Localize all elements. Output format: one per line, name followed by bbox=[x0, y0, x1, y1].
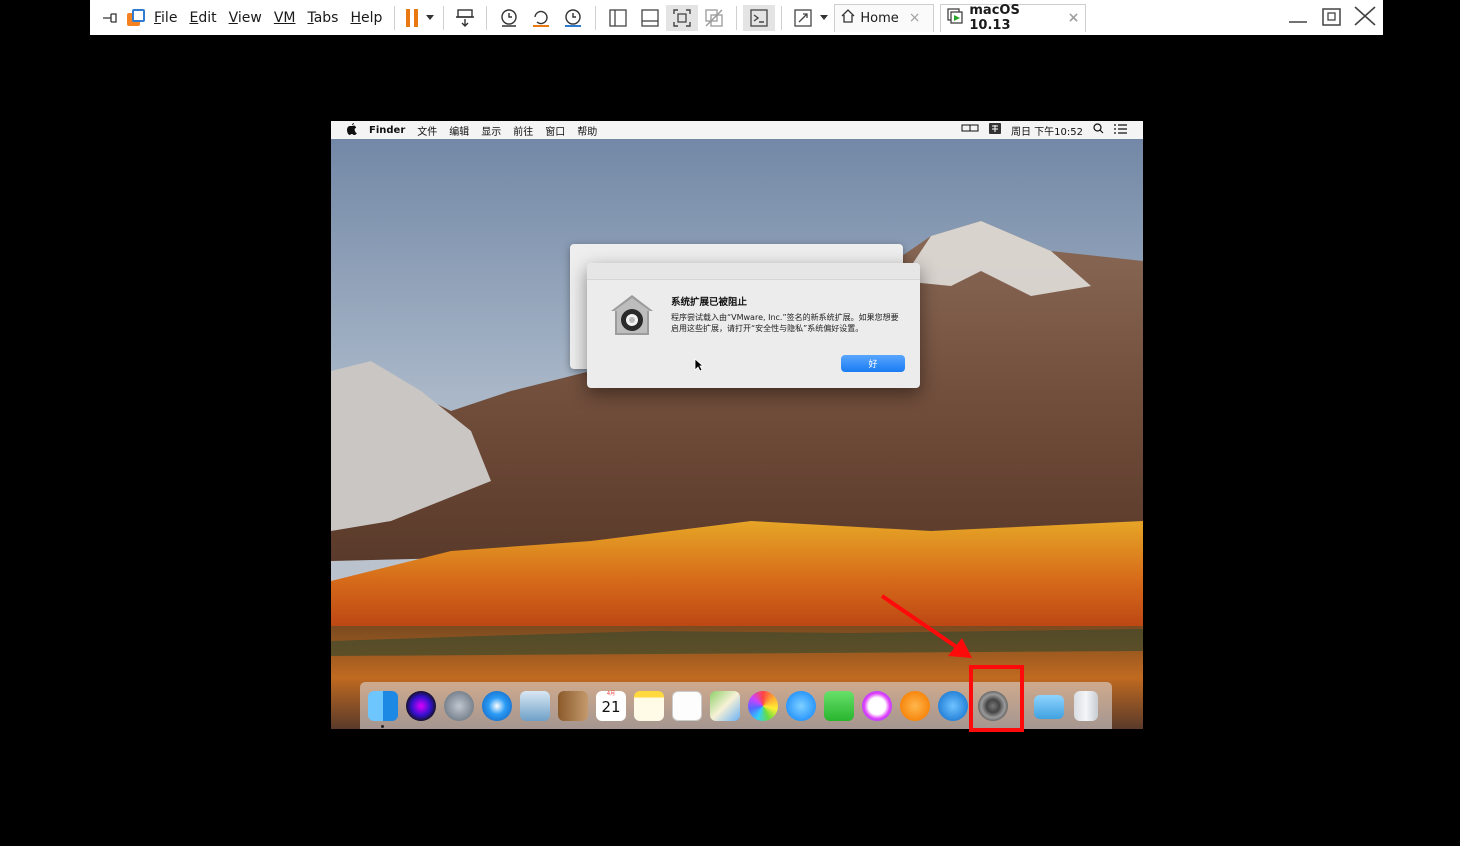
toolbar-divider bbox=[781, 5, 783, 30]
safari-icon[interactable] bbox=[482, 691, 512, 721]
mac-menubar: Finder 文件 编辑 显示 前往 窗口 帮助 周日 下午10:52 bbox=[331, 121, 1143, 139]
library-view-icon[interactable] bbox=[602, 5, 634, 31]
chevron-down-icon[interactable] bbox=[423, 5, 437, 31]
mail-icon[interactable] bbox=[520, 691, 550, 721]
calendar-day: 21 bbox=[601, 698, 621, 716]
close-icon[interactable]: × bbox=[1068, 10, 1080, 26]
thumbnail-view-icon[interactable] bbox=[634, 5, 666, 31]
vmware-logo-icon bbox=[124, 5, 148, 31]
menu-view[interactable]: View bbox=[223, 10, 268, 26]
dialog-titlebar bbox=[587, 263, 920, 280]
toolbar-divider bbox=[394, 5, 396, 30]
spotlight-icon[interactable] bbox=[1093, 123, 1104, 137]
ibooks-icon[interactable] bbox=[900, 691, 930, 721]
itunes-icon[interactable] bbox=[862, 691, 892, 721]
tab-label: Home bbox=[860, 10, 899, 26]
menu-window-zh[interactable]: 窗口 bbox=[545, 123, 565, 138]
send-ctrl-alt-del-icon[interactable] bbox=[450, 5, 480, 31]
revert-snapshot-icon[interactable] bbox=[525, 5, 557, 31]
reminders-icon[interactable] bbox=[672, 691, 702, 721]
close-window-button[interactable] bbox=[1350, 2, 1380, 30]
tab-label: macOS 10.13 bbox=[969, 3, 1020, 33]
menu-file-zh[interactable]: 文件 bbox=[417, 123, 437, 138]
siri-icon[interactable] bbox=[406, 691, 436, 721]
dialog-message: 程序尝试载入由“VMware, Inc.”签名的新系统扩展。如果您想要启用这些扩… bbox=[671, 313, 899, 333]
menu-file[interactable]: File bbox=[148, 10, 183, 26]
photos-icon[interactable] bbox=[748, 691, 778, 721]
tab-macos[interactable]: macOS 10.13 × bbox=[940, 3, 1087, 33]
menu-go-zh[interactable]: 前往 bbox=[513, 123, 533, 138]
security-lock-icon bbox=[609, 293, 655, 343]
trash-icon[interactable] bbox=[1074, 691, 1098, 721]
toolbar-divider bbox=[736, 5, 738, 30]
app-store-icon[interactable] bbox=[938, 691, 968, 721]
notification-center-icon[interactable] bbox=[1114, 123, 1127, 137]
display-mirror-icon[interactable] bbox=[961, 124, 979, 137]
menu-edit[interactable]: Edit bbox=[183, 10, 222, 26]
pause-icon[interactable] bbox=[401, 5, 423, 31]
highlight-box bbox=[969, 665, 1024, 732]
menu-help-zh[interactable]: 帮助 bbox=[577, 123, 597, 138]
annotation-arrow bbox=[880, 594, 972, 658]
home-icon bbox=[841, 9, 855, 27]
restore-button[interactable] bbox=[1317, 2, 1347, 30]
full-screen-icon[interactable] bbox=[666, 4, 699, 31]
mouse-cursor-icon bbox=[694, 358, 704, 372]
stretch-guest-icon[interactable] bbox=[788, 5, 818, 31]
menu-help[interactable]: Help bbox=[344, 10, 388, 26]
running-indicator bbox=[381, 725, 384, 728]
downloads-icon[interactable] bbox=[1034, 695, 1064, 719]
tab-home[interactable]: Home × bbox=[834, 3, 935, 32]
vmware-toolbar: File Edit View VM Tabs Help Home × macOS… bbox=[90, 0, 1383, 35]
vm-running-icon bbox=[947, 8, 963, 28]
console-view-icon[interactable] bbox=[743, 4, 776, 31]
calendar-icon[interactable]: 4月 21 bbox=[596, 691, 626, 721]
menu-view-zh[interactable]: 显示 bbox=[481, 123, 501, 138]
unity-icon[interactable] bbox=[698, 5, 730, 31]
input-method-icon[interactable] bbox=[989, 123, 1001, 137]
launchpad-icon[interactable] bbox=[444, 691, 474, 721]
snapshot-icon[interactable] bbox=[493, 5, 525, 31]
toolbar-divider bbox=[595, 5, 597, 30]
contacts-icon[interactable] bbox=[558, 691, 588, 721]
chevron-down-icon[interactable] bbox=[818, 5, 830, 31]
menu-tabs[interactable]: Tabs bbox=[301, 10, 344, 26]
toolbar-divider bbox=[486, 5, 488, 30]
clock[interactable]: 周日 下午10:52 bbox=[1011, 123, 1083, 138]
pin-icon[interactable] bbox=[98, 5, 124, 31]
finder-icon[interactable] bbox=[368, 691, 398, 721]
dialog-title: 系统扩展已被阻止 bbox=[671, 297, 748, 308]
close-icon[interactable]: × bbox=[909, 10, 921, 26]
system-extension-blocked-dialog: 系统扩展已被阻止 程序尝试载入由“VMware, Inc.”签名的新系统扩展。如… bbox=[587, 263, 920, 388]
minimize-button[interactable] bbox=[1283, 2, 1313, 30]
desktop-wallpaper bbox=[331, 121, 1143, 729]
notes-icon[interactable] bbox=[634, 691, 664, 721]
snapshot-manager-icon[interactable] bbox=[557, 5, 589, 31]
calendar-month: 4月 bbox=[606, 691, 616, 697]
mac-status-area: 周日 下午10:52 bbox=[951, 121, 1127, 139]
facetime-icon[interactable] bbox=[824, 691, 854, 721]
messages-icon[interactable] bbox=[786, 691, 816, 721]
menu-finder[interactable]: Finder bbox=[369, 125, 405, 136]
vm-screen[interactable]: Finder 文件 编辑 显示 前往 窗口 帮助 周日 下午10:52 系统扩展… bbox=[331, 121, 1143, 729]
menu-vm[interactable]: VM bbox=[268, 10, 302, 26]
toolbar-divider bbox=[443, 5, 445, 30]
ok-button[interactable]: 好 bbox=[841, 355, 905, 372]
apple-icon[interactable] bbox=[347, 122, 357, 138]
maps-icon[interactable] bbox=[710, 691, 740, 721]
menu-edit-zh[interactable]: 编辑 bbox=[449, 123, 469, 138]
